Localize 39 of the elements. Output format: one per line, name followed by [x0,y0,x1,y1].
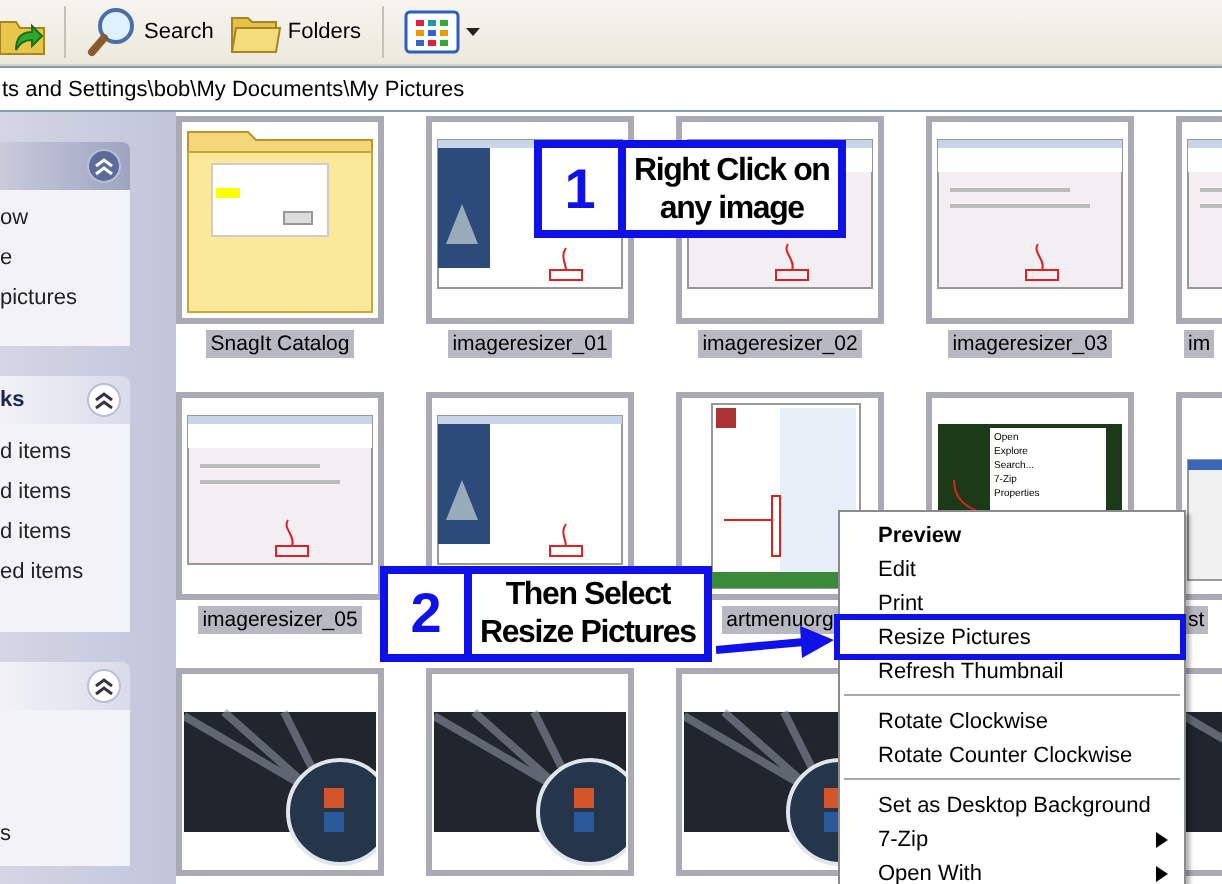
task-link[interactable]: d items [0,476,130,508]
menu-item[interactable]: Refresh Thumbnail [840,654,1184,688]
callout-text: Then Select Resize Pictures [478,576,698,654]
submenu-arrow-icon [1156,865,1168,881]
file-name[interactable]: imageresizer_03 [948,330,1112,358]
menu-item[interactable]: Set as Desktop Background [840,788,1184,822]
callout-text: Right Click on any image [632,151,832,229]
file-name[interactable]: im [1184,330,1215,358]
task-link[interactable]: s [0,818,130,850]
panel-header[interactable] [0,142,130,190]
task-link[interactable]: pictures [0,282,130,314]
view-grid-icon [403,8,484,56]
menu-item[interactable]: Rotate Counter Clockwise [840,738,1184,772]
file-name[interactable]: SnagIt Catalog [206,330,354,358]
step-number: 1 [542,148,626,230]
menu-item[interactable]: 7-Zip [840,822,1184,856]
search-button[interactable]: Search [78,4,222,60]
file-name[interactable]: imageresizer_01 [448,330,612,358]
task-link[interactable]: ed items [0,556,130,588]
folders-button[interactable]: Folders [221,4,370,60]
collapse-icon[interactable] [86,668,122,704]
task-link[interactable]: ow [0,202,130,234]
task-link[interactable]: d items [0,516,130,548]
collapse-icon[interactable] [86,382,122,418]
file-name[interactable]: st [1184,606,1209,634]
file-name[interactable]: imageresizer_05 [198,606,362,634]
file-name[interactable]: imageresizer_02 [698,330,862,358]
panel-header[interactable]: ks [0,376,130,424]
menu-item[interactable]: Resize Pictures [834,614,1186,660]
menu-item[interactable]: Rotate Clockwise [840,704,1184,738]
task-link[interactable]: d items [0,436,130,468]
search-icon [86,6,138,58]
submenu-arrow-icon [1156,831,1168,847]
panel-title: ks [0,388,25,412]
address-path[interactable]: ts and Settings\bob\My Documents\My Pictures [2,77,465,101]
step-number: 2 [388,574,472,654]
task-link[interactable]: e [0,242,130,274]
file-name[interactable]: artmenuorg [722,606,838,634]
menu-item[interactable]: Open With [840,856,1184,884]
